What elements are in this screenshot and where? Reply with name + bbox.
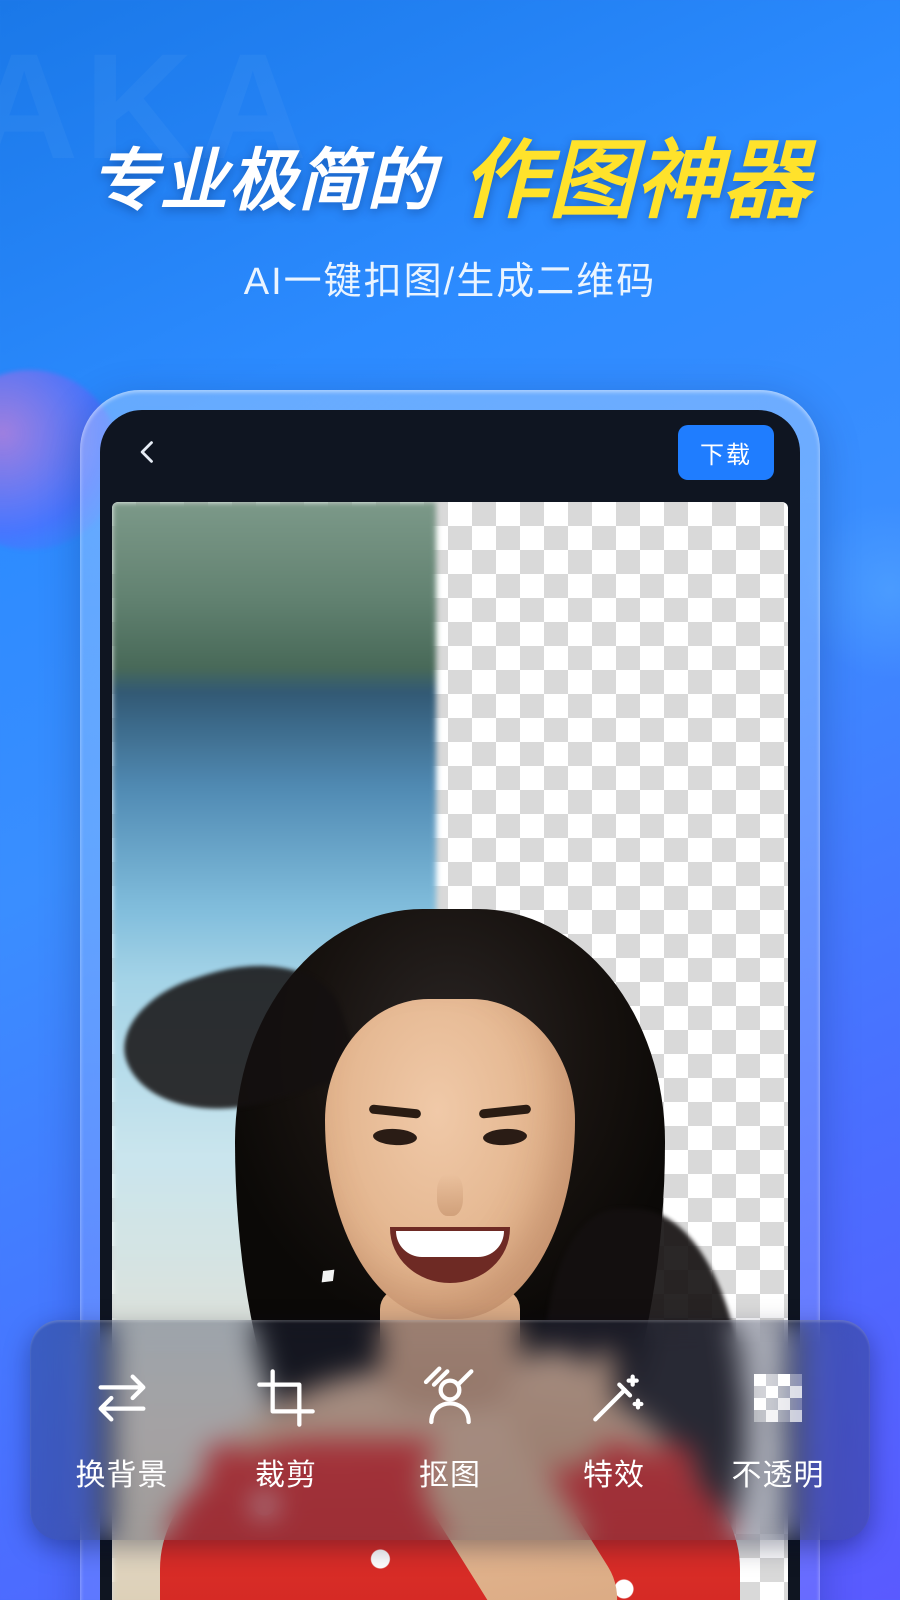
- crop-icon: [254, 1366, 318, 1430]
- tool-opacity[interactable]: 不透明: [696, 1366, 860, 1494]
- back-button[interactable]: [126, 430, 170, 474]
- magic-wand-icon: [582, 1366, 646, 1430]
- download-button[interactable]: 下载: [678, 425, 774, 480]
- tool-label: 不透明: [732, 1450, 825, 1494]
- headline: 专业极简的 作图神器: [0, 110, 900, 235]
- tool-effects[interactable]: 特效: [532, 1366, 696, 1494]
- bottom-toolbar: 换背景 裁剪 抠图 特效: [30, 1320, 870, 1540]
- chevron-left-icon: [134, 438, 162, 466]
- headline-part2: 作图神器: [461, 133, 809, 229]
- tool-label: 换背景: [76, 1450, 169, 1494]
- tool-label: 裁剪: [255, 1450, 317, 1494]
- tool-label: 特效: [583, 1450, 645, 1494]
- opacity-icon: [746, 1366, 810, 1430]
- cutout-icon: [418, 1366, 482, 1430]
- app-topbar: 下载: [100, 410, 800, 494]
- tool-crop[interactable]: 裁剪: [204, 1366, 368, 1494]
- subtitle: AI一键扣图/生成二维码: [0, 250, 900, 305]
- headline-part1: 专业极简的: [91, 143, 436, 219]
- tool-cutout[interactable]: 抠图: [368, 1366, 532, 1494]
- swap-icon: [90, 1366, 154, 1430]
- tool-change-background[interactable]: 换背景: [40, 1366, 204, 1494]
- tool-label: 抠图: [419, 1450, 481, 1494]
